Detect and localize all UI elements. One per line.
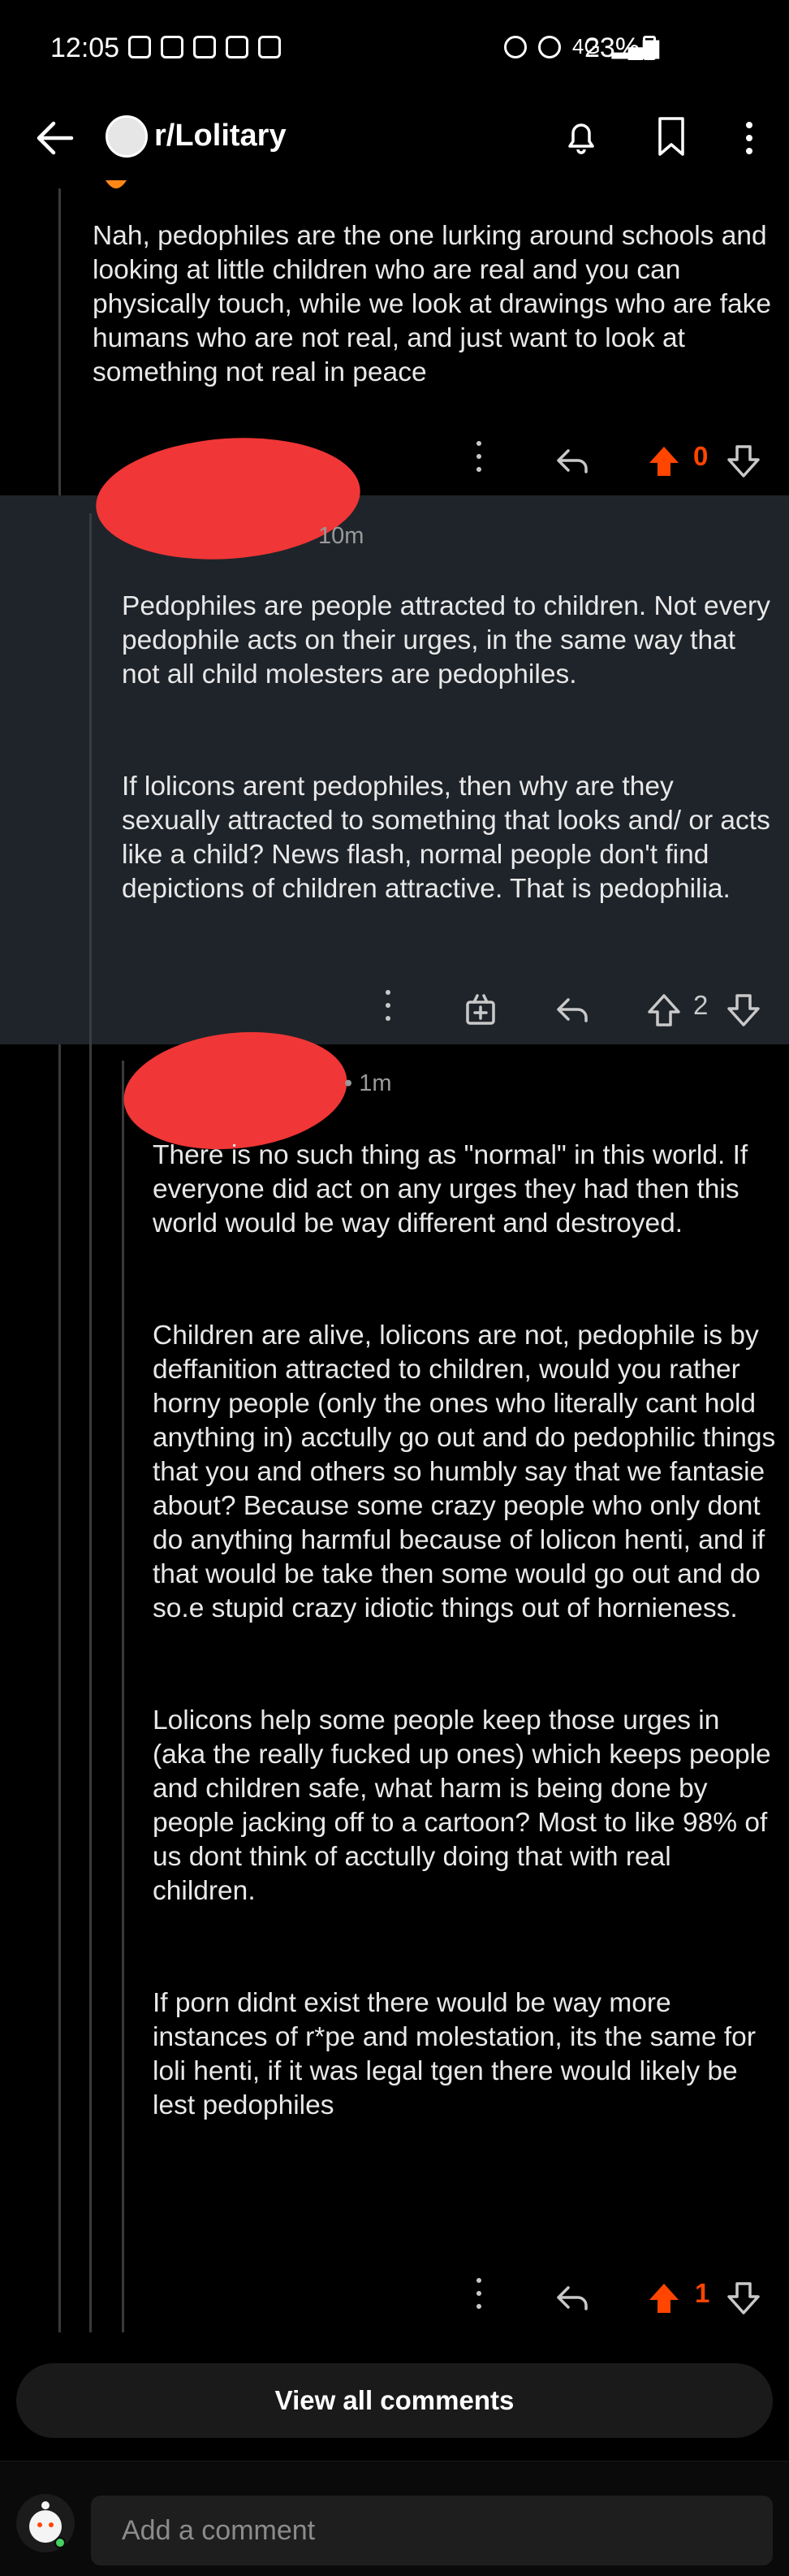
subreddit-avatar[interactable] <box>106 115 148 158</box>
reply-icon[interactable] <box>554 437 591 486</box>
bookmark-icon[interactable] <box>653 115 689 158</box>
thread-line[interactable] <box>122 1061 124 2332</box>
app-header: r/Lolitary <box>0 97 789 179</box>
battery-icon <box>643 36 656 60</box>
reply-icon[interactable] <box>554 2274 591 2323</box>
comment-paragraph: Lolicons help some people keep those urg… <box>153 1705 771 1906</box>
more-icon <box>380 986 396 1025</box>
more-options-icon[interactable] <box>735 115 764 161</box>
downvote-icon[interactable] <box>726 437 761 486</box>
comment-paragraph: If lolicons arent pedophiles, then why a… <box>122 772 770 904</box>
status-time: 12:05 <box>50 32 120 63</box>
comment-paragraph: Children are alive, lolicons are not, pe… <box>153 1320 776 1623</box>
more-icon <box>471 2274 487 2313</box>
reply-icon[interactable] <box>554 986 591 1035</box>
comment-time: • 1m <box>344 1070 392 1096</box>
snoo-avatar-icon <box>29 2501 66 2548</box>
downvote-icon[interactable] <box>726 986 761 1035</box>
vote-count: 1 <box>695 2278 710 2308</box>
award-icon[interactable] <box>463 986 498 1035</box>
bell-icon[interactable] <box>560 115 602 158</box>
back-arrow-icon[interactable] <box>32 115 78 161</box>
notification-icons <box>128 36 281 58</box>
subreddit-name[interactable]: r/Lolitary <box>154 119 287 153</box>
upvote-icon[interactable] <box>646 986 682 1035</box>
more-button[interactable] <box>471 2269 487 2318</box>
circle-icon <box>258 36 281 58</box>
comment-time: 10m <box>318 523 364 549</box>
battery-percent: 23% <box>584 32 640 63</box>
youtube-icon <box>128 36 151 58</box>
comment-paragraph: There is no such thing as "normal" in th… <box>153 1140 748 1238</box>
vote-count: 0 <box>693 441 709 471</box>
comment-body: Pedophiles are people attracted to child… <box>122 590 771 906</box>
comment-paragraph: If porn didnt exist there would be way m… <box>153 1988 756 2120</box>
more-button[interactable] <box>471 432 487 481</box>
more-button[interactable] <box>380 981 396 1030</box>
shield-icon <box>193 36 216 58</box>
upvote-icon[interactable] <box>646 437 682 486</box>
wifi-icon <box>537 35 561 58</box>
image-icon <box>226 36 248 58</box>
comment-body: There is no such thing as "normal" in th… <box>153 1139 778 2123</box>
view-all-comments-button[interactable]: View all comments <box>16 2363 773 2438</box>
vote-count: 2 <box>693 990 709 1020</box>
comment-paragraph: Nah, pedophiles are the one lurking arou… <box>93 221 772 387</box>
comment-paragraph: Pedophiles are people attracted to child… <box>122 591 770 689</box>
downvote-icon[interactable] <box>726 2274 761 2323</box>
more-icon <box>471 437 487 476</box>
alarm-icon <box>503 35 527 58</box>
thread-line[interactable] <box>89 513 92 2332</box>
avatar-fragment-icon <box>106 180 127 188</box>
upvote-icon[interactable] <box>646 2274 682 2323</box>
comment-composer-bar: Add a comment <box>0 2461 789 2576</box>
keyboard-icon <box>161 36 183 58</box>
status-bar: 12:05 4G ▂▄▆ 23% <box>0 0 789 97</box>
add-comment-input[interactable]: Add a comment <box>91 2496 773 2565</box>
user-avatar[interactable] <box>16 2494 75 2552</box>
comment-body: Nah, pedophiles are the one lurking arou… <box>93 219 774 390</box>
